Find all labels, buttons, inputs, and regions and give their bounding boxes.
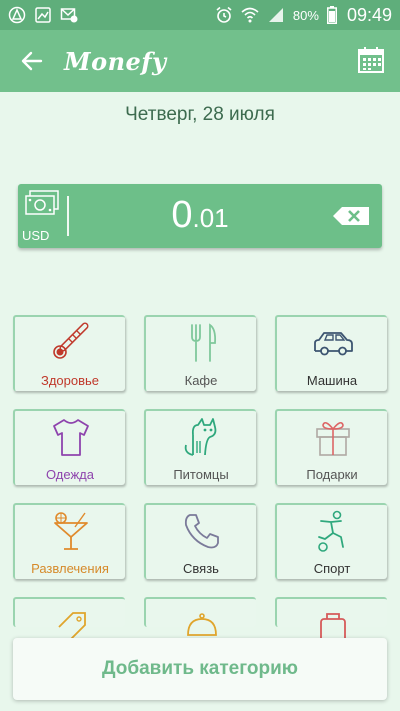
car-icon bbox=[314, 332, 353, 356]
category-label: Развлечения bbox=[31, 561, 109, 576]
amount-display: USD 0.01 bbox=[18, 184, 382, 248]
category-communication[interactable]: Связь bbox=[144, 503, 256, 579]
category-label: Кафе bbox=[184, 373, 218, 388]
status-bar-notifications bbox=[8, 6, 78, 24]
selected-date[interactable]: Четверг, 28 июля bbox=[0, 104, 400, 126]
arrow-left-icon bbox=[21, 51, 43, 71]
back-button[interactable] bbox=[0, 30, 64, 92]
category-label: Питомцы bbox=[173, 467, 229, 482]
sport-icon bbox=[318, 510, 344, 552]
wifi-icon bbox=[241, 7, 259, 23]
category-sport[interactable]: Спорт bbox=[275, 503, 387, 579]
category-cafe[interactable]: Кафе bbox=[144, 315, 256, 391]
cat-icon bbox=[184, 418, 217, 456]
category-clothes[interactable]: Одежда bbox=[13, 409, 125, 485]
gallery-icon bbox=[35, 7, 51, 23]
category-gifts[interactable]: Подарки bbox=[275, 409, 387, 485]
status-bar: 80% 09:49 bbox=[0, 0, 400, 30]
amount-value: 0.01 bbox=[78, 194, 322, 237]
category-tile-partial[interactable] bbox=[275, 597, 387, 644]
category-label: Спорт bbox=[313, 561, 351, 576]
status-bar-system: 80% 09:49 bbox=[215, 5, 392, 26]
category-label: Одежда bbox=[45, 467, 94, 482]
category-tile-partial[interactable] bbox=[13, 597, 125, 640]
calendar-button[interactable] bbox=[356, 45, 386, 75]
battery-percentage: 80% bbox=[292, 7, 319, 23]
clock: 09:49 bbox=[346, 4, 392, 25]
battery-icon bbox=[326, 6, 337, 24]
app-bar: Monefy bbox=[0, 30, 400, 92]
tshirt-icon bbox=[53, 419, 89, 456]
calendar-icon bbox=[358, 47, 384, 73]
phone-icon bbox=[184, 514, 219, 549]
amount-decimal: .01 bbox=[192, 203, 229, 233]
backspace-icon bbox=[333, 207, 369, 225]
email-icon bbox=[60, 8, 78, 23]
backspace-button[interactable] bbox=[332, 206, 370, 226]
amount-divider bbox=[67, 196, 69, 236]
alarm-icon bbox=[216, 6, 232, 23]
app-title: Monefy bbox=[64, 46, 167, 76]
signal-icon bbox=[268, 8, 283, 22]
category-label: Машина bbox=[306, 373, 358, 388]
category-entertainment[interactable]: Развлечения bbox=[13, 503, 125, 579]
category-label: Здоровье bbox=[40, 373, 100, 388]
category-car[interactable]: Машина bbox=[275, 315, 387, 391]
amount-integer: 0 bbox=[171, 194, 193, 236]
add-category-button[interactable]: Добавить категорию bbox=[13, 638, 387, 700]
autosync-icon bbox=[8, 6, 26, 24]
category-label: Подарки bbox=[306, 467, 358, 482]
money-icon[interactable] bbox=[24, 190, 60, 218]
cocktail-icon bbox=[54, 512, 88, 550]
fork-knife-icon bbox=[191, 323, 217, 362]
category-pets[interactable]: Питомцы bbox=[144, 409, 256, 485]
currency-code[interactable]: USD bbox=[22, 228, 49, 243]
thermometer-icon bbox=[53, 322, 89, 359]
category-label: Связь bbox=[183, 561, 219, 576]
category-tile-partial[interactable] bbox=[144, 597, 256, 636]
gift-icon bbox=[316, 421, 350, 456]
category-health[interactable]: Здоровье bbox=[13, 315, 125, 391]
